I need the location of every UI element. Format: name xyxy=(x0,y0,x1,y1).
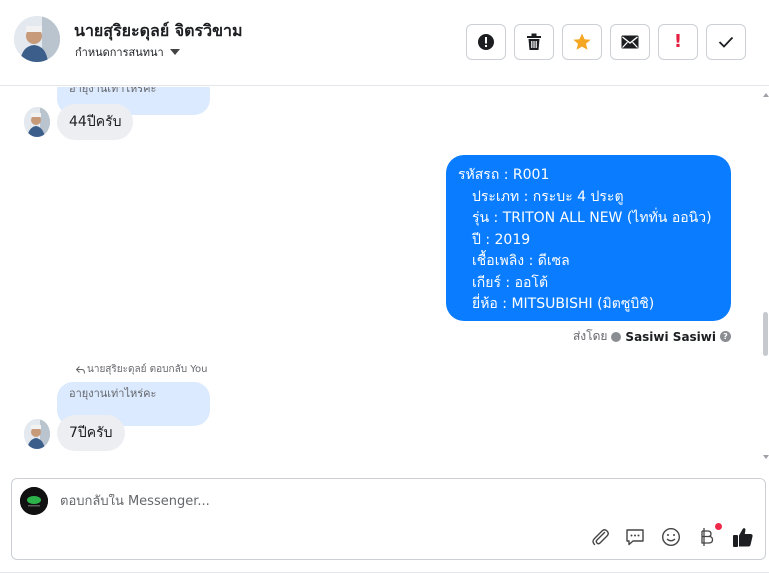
page-logo xyxy=(20,487,48,515)
message-line: ประเภท : กระบะ 4 ประตู xyxy=(472,188,624,205)
scroll-up-icon[interactable] xyxy=(763,93,769,97)
thumbs-up-icon xyxy=(733,528,753,547)
assign-conversation-dropdown[interactable]: กำหนดการสนทนา xyxy=(75,43,180,61)
follow-up-button[interactable]: ! xyxy=(658,24,698,60)
report-button[interactable] xyxy=(466,24,506,60)
reply-composer xyxy=(11,478,766,560)
emoji-button[interactable] xyxy=(660,526,682,548)
message-line: เชื้อเพลิง : ดีเซล xyxy=(472,253,570,269)
chevron-down-icon xyxy=(169,49,180,55)
alert-circle-icon xyxy=(478,34,494,50)
thread-scrollbar[interactable] xyxy=(761,87,769,464)
quoted-text: อายุงานเท่าไหร่คะ xyxy=(69,87,157,95)
message-line: รหัสรถ : R001 xyxy=(458,167,550,183)
conversation-header: นายสุริยะดุลย์ จิตรวิขาม กำหนดการสนทนา ! xyxy=(0,0,769,86)
payment-button[interactable] xyxy=(696,523,722,548)
reply-context-text: นายสุริยะดุลย์ ตอบกลับ You xyxy=(87,364,208,375)
message-thread[interactable]: อายุงานเท่าไหร่คะ 44ปีครับ รหัสรถ : R001… xyxy=(0,87,761,464)
star-icon xyxy=(573,33,591,50)
person-photo-icon xyxy=(24,107,50,137)
exclamation-icon: ! xyxy=(673,31,683,52)
incoming-message: 44ปีครับ xyxy=(57,104,134,140)
notification-dot xyxy=(715,523,722,530)
sender-name[interactable]: Sasiwi Sasiwi xyxy=(625,330,716,344)
sent-by-info: ส่งโดย Sasiwi Sasiwi ? xyxy=(573,327,731,346)
mark-unread-button[interactable] xyxy=(610,24,650,60)
star-button[interactable] xyxy=(562,24,602,60)
reply-context: นายสุริยะดุลย์ ตอบกลับ You xyxy=(76,362,207,377)
contact-avatar[interactable] xyxy=(14,16,60,62)
message-line: เกียร์ : ออโต้ xyxy=(472,274,549,291)
trash-icon xyxy=(527,33,541,50)
emoji-icon xyxy=(661,527,681,547)
incoming-message: 7ปีครับ xyxy=(57,415,125,451)
help-icon[interactable]: ? xyxy=(720,331,731,342)
message-line: ยี่ห้อ : MITSUBISHI (มิตซูบิชิ) xyxy=(472,296,655,312)
envelope-icon xyxy=(621,35,639,49)
scroll-down-icon[interactable] xyxy=(763,455,769,459)
outgoing-message: รหัสรถ : R001 ประเภท : กระบะ 4 ประตู รุ่… xyxy=(446,155,731,321)
reply-input[interactable] xyxy=(60,494,560,509)
done-button[interactable] xyxy=(706,24,746,60)
contact-avatar-small[interactable] xyxy=(24,419,50,449)
baht-payment-icon xyxy=(701,528,714,546)
check-icon xyxy=(718,36,734,48)
saved-replies-button[interactable] xyxy=(624,526,646,548)
delete-button[interactable] xyxy=(514,24,554,60)
reply-arrow-icon xyxy=(76,365,85,374)
like-button[interactable] xyxy=(732,526,754,548)
message-line: ปี : 2019 xyxy=(472,231,531,248)
sent-by-label: ส่งโดย xyxy=(572,329,608,343)
paperclip-icon xyxy=(592,529,609,546)
page-avatar-icon xyxy=(20,487,48,515)
scroll-thumb[interactable] xyxy=(763,312,768,356)
saved-replies-icon xyxy=(626,529,644,546)
contact-avatar-small[interactable] xyxy=(24,107,50,137)
attach-button[interactable] xyxy=(589,526,611,548)
quoted-text: อายุงานเท่าไหร่คะ xyxy=(69,387,157,400)
contact-name: นายสุริยะดุลย์ จิตรวิขาม xyxy=(74,21,243,40)
message-line: รุ่น : TRITON ALL NEW (ไททั่น ออนิว) xyxy=(472,210,712,226)
sender-badge-icon xyxy=(611,331,622,342)
person-photo-icon xyxy=(14,16,60,62)
assign-label: กำหนดการสนทนา xyxy=(75,46,164,59)
person-photo-icon xyxy=(24,419,50,449)
